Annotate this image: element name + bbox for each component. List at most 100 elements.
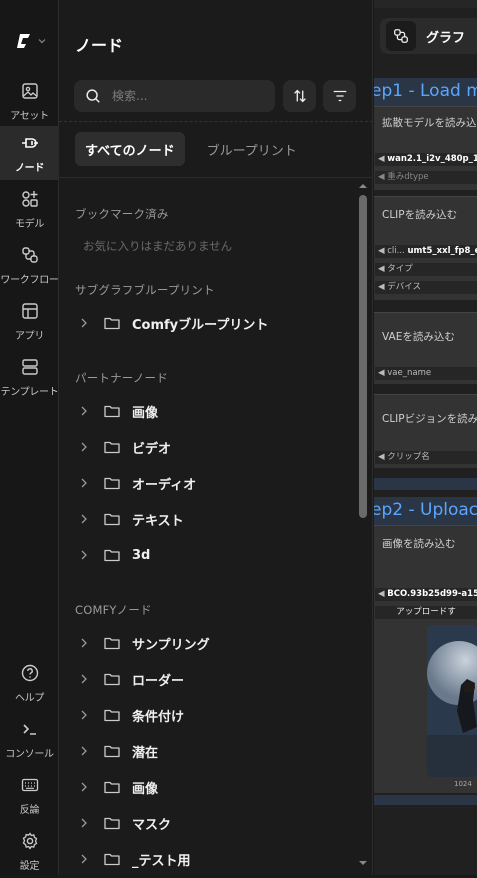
chevron-right-icon (81, 406, 87, 416)
scroll-up-arrow-icon (359, 184, 367, 188)
rail-item-apps[interactable]: アプリ (0, 294, 59, 348)
node-widget[interactable]: ◀ wan2.1_i2v_480p_14B (375, 153, 477, 166)
chevron-right-icon (81, 318, 87, 328)
folder-item[interactable]: _テスト用 (75, 844, 355, 874)
node-widget[interactable]: ◀ クリップ名 (375, 451, 477, 464)
folder-item[interactable]: サンプリング (75, 628, 355, 658)
widget-label: タイプ (387, 264, 413, 274)
folder-label: テキスト (132, 513, 184, 529)
folder-item[interactable]: マスク (75, 808, 355, 838)
node-title: VAEを読み込む (382, 331, 455, 343)
rail-label: テンプレート (0, 386, 59, 398)
scrollbar-thumb[interactable] (359, 195, 367, 518)
folder-label: 3d (132, 547, 151, 563)
search-icon (86, 89, 100, 103)
graph-header: グラフ (380, 18, 477, 54)
chevron-right-icon (81, 818, 87, 828)
folder-icon (104, 853, 120, 866)
keyboard-icon (21, 778, 38, 791)
chevron-right-icon (81, 550, 87, 560)
folder-item[interactable]: 画像 (75, 772, 355, 802)
folder-item[interactable]: 潜在 (75, 736, 355, 766)
folder-item[interactable]: 条件付け (75, 700, 355, 730)
widget-value: wan2.1_i2v_480p_14B (387, 154, 477, 164)
rail-label: 設定 (19, 860, 40, 872)
node-widget[interactable]: ◀ BCO.93b25d99-a150 (375, 588, 477, 601)
rail-label: ワークフロー (0, 274, 59, 286)
node-title: 画像を読み込む (382, 538, 456, 550)
comfy-logo-button[interactable] (14, 28, 50, 54)
folder-item[interactable]: ビデオ (75, 432, 355, 462)
folder-label: Comfyブループリント (132, 317, 269, 333)
section-partner-nodes: パートナーノード (75, 371, 168, 385)
node-widget[interactable]: ◀ cli... umt5_xxl_fp8_e4 (375, 245, 477, 258)
folder-icon (104, 781, 120, 794)
tab-blueprints[interactable]: ブループリント (197, 132, 307, 166)
folder-icon (104, 441, 120, 454)
chevron-down-icon (38, 39, 46, 44)
template-icon (21, 358, 38, 375)
node-title: CLIPビジョンを読み (382, 413, 477, 425)
graph-workflow-button[interactable] (386, 21, 416, 51)
folder-label: 潜在 (132, 745, 159, 761)
rail-item-console[interactable]: コンソール (0, 712, 59, 766)
node-load-clip[interactable]: CLIPを読み込む ◀ cli... umt5_xxl_fp8_e4 ◀ タイプ… (374, 196, 477, 300)
folder-item[interactable]: テキスト (75, 504, 355, 534)
folder-item[interactable]: 3d (75, 540, 355, 570)
rail-item-assets[interactable]: アセット (0, 74, 59, 128)
folder-item[interactable]: ローダー (75, 664, 355, 694)
search-box[interactable] (74, 80, 275, 112)
rail-item-templates[interactable]: テンプレート (0, 350, 59, 404)
node-title: 拡散モデルを読み込 (382, 117, 477, 129)
node-widget[interactable]: ◀ タイプ (375, 263, 477, 276)
workflow-icon (394, 29, 408, 43)
help-icon (21, 664, 38, 681)
rail-item-help[interactable]: ヘルプ (0, 656, 59, 710)
node-load-clip-vision[interactable]: CLIPビジョンを読み ◀ クリップ名 (374, 394, 477, 468)
upload-button[interactable]: アップロードす (375, 606, 477, 619)
node-widget[interactable]: ◀ vae_name (375, 367, 477, 380)
image-size-label: 1024 (454, 780, 472, 788)
folder-label: 条件付け (132, 709, 185, 725)
folder-icon (104, 745, 120, 758)
chevron-right-icon (81, 782, 87, 792)
folder-item[interactable]: Comfyブループリント (75, 308, 355, 338)
folder-item[interactable]: 画像 (75, 396, 355, 426)
chevron-right-icon (81, 478, 87, 488)
rail-label: モデル (14, 218, 45, 230)
sort-button[interactable] (283, 80, 316, 112)
group-title: ep2 - Uploac (374, 500, 477, 520)
node-widget[interactable]: ◀ 重みdtype (375, 171, 477, 184)
filter-button[interactable] (323, 80, 356, 112)
rail-item-shortcuts[interactable]: 反論 (0, 768, 59, 822)
folder-icon (104, 709, 120, 722)
node-load-vae[interactable]: VAEを読み込む ◀ vae_name (374, 312, 477, 384)
folder-item[interactable]: オーディオ (75, 468, 355, 498)
rail-item-settings[interactable]: 設定 (0, 824, 59, 878)
folder-icon (104, 549, 120, 562)
filter-icon (333, 90, 346, 102)
preview-image-art (427, 625, 477, 777)
folder-label: _テスト用 (132, 853, 191, 869)
rail-item-workflows[interactable]: ワークフロー (0, 238, 59, 292)
folder-label: 画像 (132, 781, 159, 797)
group-title: ep1 - Load m (374, 81, 477, 101)
tab-all-nodes[interactable]: すべてのノード (75, 132, 185, 166)
search-input[interactable] (112, 89, 252, 103)
chevron-right-icon (81, 746, 87, 756)
bookmarks-empty-text: お気に入りはまだありません (83, 239, 233, 253)
workflow-icon (21, 246, 38, 263)
shapes-icon (21, 190, 38, 207)
node-load-diffusion-model[interactable]: 拡散モデルを読み込 ◀ wan2.1_i2v_480p_14B ◀ 重みdtyp… (374, 106, 477, 190)
rail-label: コンソール (5, 748, 54, 760)
terminal-icon (22, 723, 36, 735)
node-tabs: すべてのノード ブループリント (75, 132, 307, 166)
rail-item-nodes[interactable]: ノード (0, 126, 59, 180)
chevron-right-icon (81, 638, 87, 648)
graph-title: グラフ (426, 30, 466, 46)
panel-title: ノード (75, 36, 124, 55)
rail-item-models[interactable]: モデル (0, 182, 59, 236)
comfy-logo-icon (17, 34, 30, 48)
graph-canvas[interactable]: グラフ ep1 - Load m 拡散モデルを読み込 ◀ wan2.1_i2v_… (374, 0, 477, 875)
node-widget[interactable]: ◀ デバイス (375, 281, 477, 294)
